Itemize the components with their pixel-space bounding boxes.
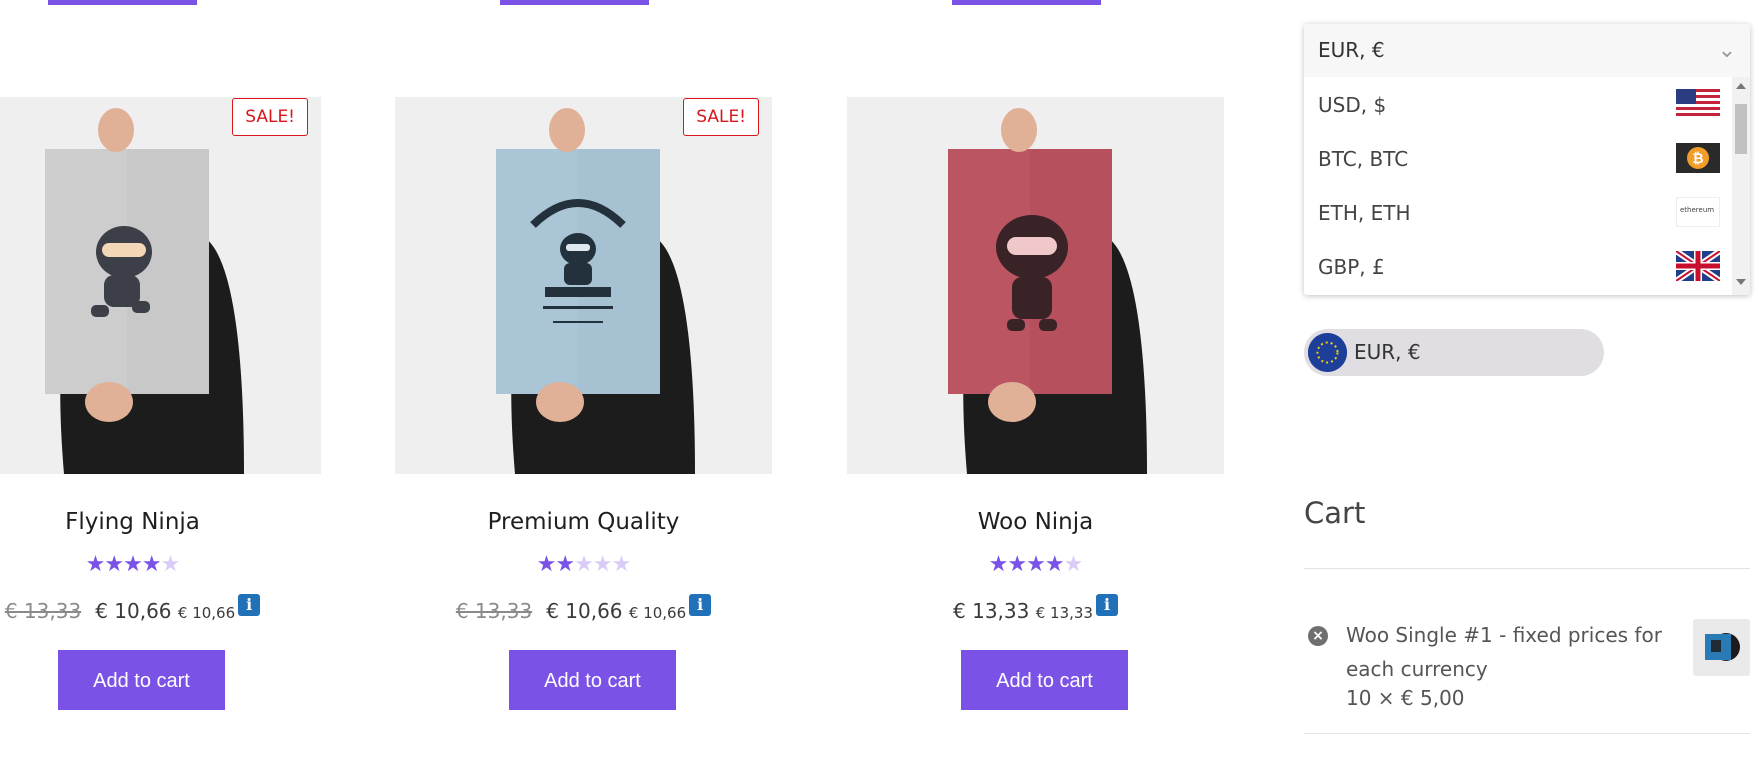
product-image[interactable]	[0, 97, 321, 474]
star-filled-icon: ★	[141, 552, 162, 577]
converted-price: € 13,33	[1035, 604, 1093, 622]
currency-selected-value: EUR, €	[1318, 38, 1385, 62]
currency-option-usd[interactable]: USD, $	[1304, 77, 1728, 131]
add-to-cart-button[interactable]: Add to cart	[961, 650, 1128, 710]
add-to-cart-button[interactable]: Add to cart	[509, 650, 676, 710]
star-rating: ★★★★★	[847, 552, 1224, 577]
converted-price: € 10,66	[177, 604, 236, 622]
add-to-cart-button-partial[interactable]	[500, 0, 649, 5]
divider	[1304, 568, 1750, 569]
star-empty-icon: ★	[160, 552, 181, 577]
product-title[interactable]: Flying Ninja	[0, 509, 321, 535]
add-to-cart-button[interactable]: Add to cart	[58, 650, 225, 710]
old-price: € 13,33	[4, 599, 82, 623]
currency-select[interactable]: EUR, € ⌄	[1304, 24, 1750, 77]
currency-option-btc[interactable]: BTC, BTC ₿	[1304, 131, 1728, 185]
option-label: ETH, ETH	[1318, 201, 1411, 225]
sale-badge: SALE!	[683, 98, 759, 136]
cart-item-quantity: 10 × € 5,00	[1346, 686, 1465, 710]
us-flag-icon	[1676, 89, 1720, 119]
cart-item-thumbnail[interactable]	[1693, 619, 1750, 676]
star-filled-icon: ★	[85, 552, 106, 577]
info-icon[interactable]: i	[1095, 594, 1118, 616]
cart-item-title[interactable]: Woo Single #1 - fixed prices for each cu…	[1346, 618, 1676, 686]
add-to-cart-button-partial[interactable]	[48, 0, 197, 5]
option-label: BTC, BTC	[1318, 147, 1409, 171]
cart-title: Cart	[1304, 496, 1366, 530]
star-filled-icon: ★	[555, 552, 575, 577]
product-title[interactable]: Premium Quality	[395, 509, 772, 535]
currency-switcher-pill[interactable]: EUR, €	[1304, 329, 1604, 376]
star-rating: ★★★★★	[0, 552, 321, 577]
product-image[interactable]	[847, 97, 1224, 474]
remove-icon[interactable]: ×	[1308, 626, 1328, 646]
option-label: USD, $	[1318, 93, 1387, 117]
star-empty-icon: ★	[592, 552, 613, 577]
current-price: € 10,66	[546, 599, 623, 623]
star-empty-icon: ★	[1063, 552, 1084, 577]
converted-price: € 10,66	[628, 604, 687, 622]
old-price: € 13,33	[455, 599, 533, 623]
product-image[interactable]	[395, 97, 772, 474]
divider	[1304, 733, 1750, 734]
currency-pill-label: EUR, €	[1354, 340, 1421, 364]
add-to-cart-button-partial[interactable]	[952, 0, 1101, 5]
star-filled-icon: ★	[104, 552, 124, 577]
ethereum-logo-text: ethereum	[1680, 206, 1715, 214]
current-price: € 13,33	[953, 599, 1030, 623]
scroll-up-arrow-icon[interactable]	[1736, 83, 1746, 89]
star-filled-icon: ★	[1044, 552, 1065, 577]
product-price: € 13,33 € 10,66 € 10,66 i	[395, 594, 772, 623]
currency-dropdown[interactable]: EUR, € ⌄ USD, $ BTC, BTC ₿ ETH, ETH ethe…	[1304, 24, 1750, 295]
info-icon[interactable]: i	[689, 594, 712, 616]
sale-badge: SALE!	[232, 98, 308, 136]
star-filled-icon: ★	[123, 552, 143, 577]
info-icon[interactable]: i	[238, 594, 261, 616]
chevron-down-icon[interactable]: ⌄	[1718, 38, 1736, 63]
star-empty-icon: ★	[574, 552, 594, 577]
product-price: € 13,33 € 10,66 € 10,66 i	[0, 594, 321, 623]
dropdown-scrollbar[interactable]	[1732, 77, 1750, 295]
product-title[interactable]: Woo Ninja	[847, 509, 1224, 535]
svg-text:₿: ₿	[1692, 151, 1703, 167]
ethereum-icon: ethereum	[1676, 197, 1720, 227]
uk-flag-icon	[1676, 251, 1720, 281]
current-price: € 10,66	[95, 599, 172, 623]
bitcoin-icon: ₿	[1676, 143, 1720, 173]
currency-option-eth[interactable]: ETH, ETH ethereum	[1304, 185, 1728, 239]
option-label: GBP, £	[1318, 255, 1385, 279]
star-filled-icon: ★	[1007, 552, 1027, 577]
star-filled-icon: ★	[1026, 552, 1046, 577]
star-filled-icon: ★	[536, 552, 557, 577]
product-price: € 13,33 € 13,33 i	[847, 594, 1224, 623]
scrollbar-thumb[interactable]	[1735, 104, 1747, 154]
star-filled-icon: ★	[988, 552, 1009, 577]
currency-option-gbp[interactable]: GBP, £	[1304, 239, 1728, 293]
star-rating: ★★★★★	[395, 552, 772, 577]
star-empty-icon: ★	[611, 552, 632, 577]
eu-flag-icon	[1308, 333, 1347, 372]
scroll-down-arrow-icon[interactable]	[1736, 279, 1746, 285]
